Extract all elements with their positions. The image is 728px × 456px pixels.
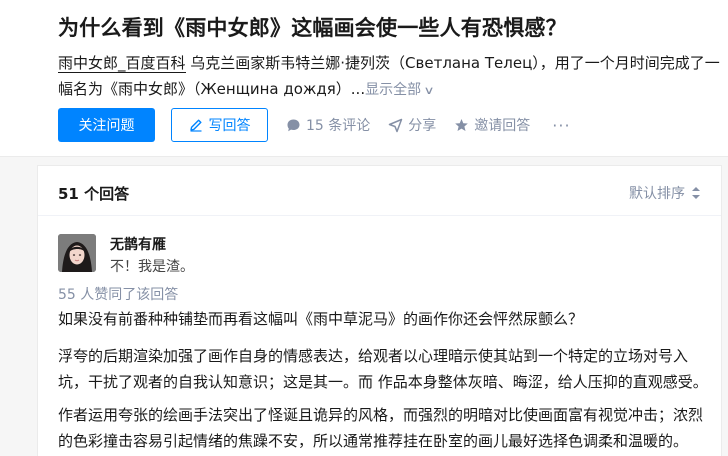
- share-label: 分享: [408, 118, 437, 134]
- author-name[interactable]: 无鹊有雁: [110, 234, 166, 254]
- show-all-link[interactable]: 显示全部: [365, 82, 421, 98]
- star-icon: [455, 118, 469, 131]
- answer-paragraph: 浮夸的后期渲染加强了画作自身的情感表达，给观者以心理暗示使其站到一个特定的立场对…: [58, 347, 708, 391]
- sort-dropdown[interactable]: 默认排序: [629, 183, 701, 203]
- share-icon: [389, 118, 403, 132]
- invite-answer-label: 邀请回答: [474, 118, 531, 134]
- author-bio: 不！我是渣。: [110, 259, 194, 275]
- answer-paragraph: 如果没有前番种种铺垫而再看这幅叫《雨中草泥马》的画作你还会怦然尿颤么？: [58, 310, 584, 328]
- invite-answer-button[interactable]: 邀请回答: [454, 115, 530, 135]
- follow-question-button[interactable]: 关注问题: [58, 108, 155, 142]
- avatar[interactable]: [58, 234, 96, 272]
- baike-link[interactable]: 雨中女郎_百度百科: [58, 54, 186, 73]
- question-detail[interactable]: 雨中女郎_百度百科 乌克兰画家斯韦特兰娜·捷列茨（Светлана Телец）…: [58, 50, 722, 104]
- answers-card: 51 个回答 默认排序 无鹊有雁 不！我是渣。 55 人赞同了该回答 如果没有前…: [37, 165, 722, 456]
- question-actions: 关注问题 写回答 15 条评论 分享 邀请回答 ···: [58, 108, 571, 142]
- comment-icon: [287, 119, 300, 131]
- vote-count[interactable]: 55 人赞同了该回答: [58, 284, 178, 304]
- comments-button[interactable]: 15 条评论: [286, 115, 370, 135]
- sort-icon: [692, 187, 700, 199]
- answer-count: 51 个回答: [58, 185, 130, 203]
- pencil-icon: [189, 119, 201, 132]
- chevron-down-icon: ∨: [423, 84, 435, 97]
- answer-paragraph: 作者运用夸张的绘画手法突出了怪诞且诡异的风格，而强烈的明暗对比使画面富有视觉冲击…: [58, 406, 704, 450]
- write-answer-button[interactable]: 写回答: [171, 108, 268, 142]
- more-options-button[interactable]: ···: [552, 116, 570, 135]
- sort-label: 默认排序: [629, 186, 685, 202]
- question-header: 为什么看到《雨中女郎》这幅画会使一些人有恐惧感？ 雨中女郎_百度百科 乌克兰画家…: [0, 0, 728, 157]
- write-answer-label: 写回答: [208, 118, 251, 134]
- avatar-image: [58, 234, 96, 272]
- question-title: 为什么看到《雨中女郎》这幅画会使一些人有恐惧感？: [58, 16, 567, 40]
- answers-header: 51 个回答 默认排序: [38, 166, 721, 216]
- share-button[interactable]: 分享: [388, 115, 436, 135]
- comments-label: 15 条评论: [306, 118, 371, 134]
